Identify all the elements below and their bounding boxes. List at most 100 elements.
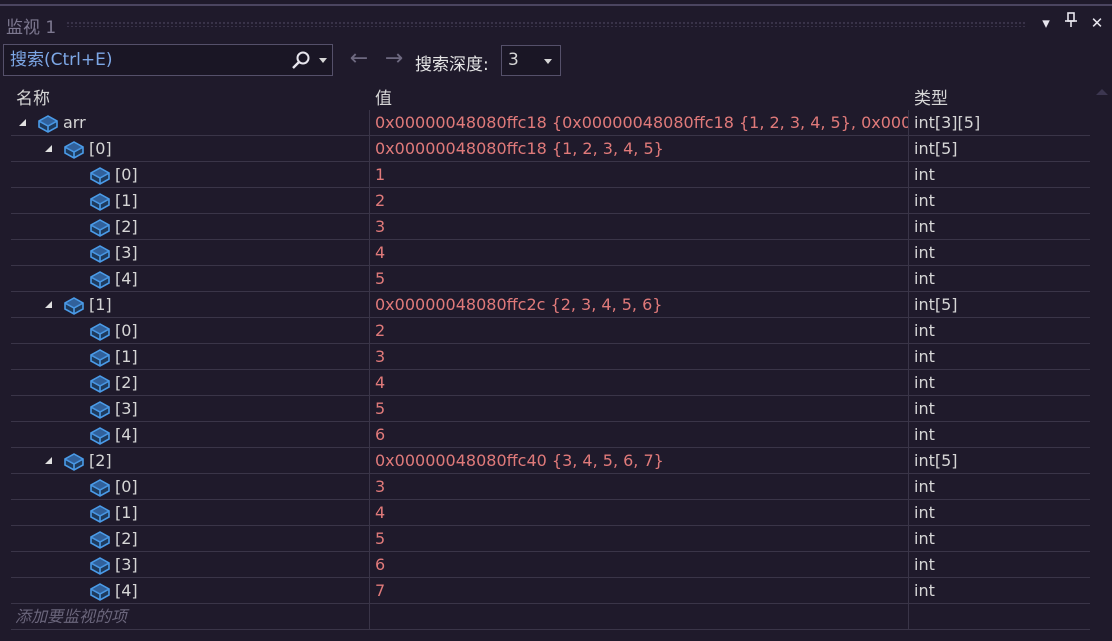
name-cell[interactable]: [2] — [11, 214, 370, 240]
search-input[interactable] — [10, 49, 280, 71]
object-icon — [89, 477, 111, 497]
watch-row[interactable]: [1] 0x00000048080ffc2c {2, 3, 4, 5, 6} int… — [11, 292, 1090, 318]
watch-row-type: int[5] — [914, 295, 958, 314]
name-cell[interactable]: [4] — [11, 578, 370, 604]
name-cell[interactable]: [0] — [11, 474, 370, 500]
expand-collapse-icon[interactable] — [45, 457, 52, 464]
watch-row-name: [4] — [115, 425, 138, 444]
expand-collapse-icon[interactable] — [45, 145, 52, 152]
watch-row[interactable]: [0] 3 int — [11, 474, 1090, 500]
watch-row-type: int — [914, 269, 935, 288]
watch-row-value[interactable]: 0x00000048080ffc40 {3, 4, 5, 6, 7} — [370, 448, 909, 474]
search-depth-select[interactable]: 3 — [501, 45, 561, 76]
watch-row-value[interactable]: 3 — [370, 214, 909, 240]
watch-row-value[interactable]: 2 — [370, 318, 909, 344]
title-drag-grip[interactable] — [66, 21, 1026, 27]
search-back-button[interactable]: ← — [346, 48, 372, 70]
watch-row-name: [3] — [115, 555, 138, 574]
watch-row[interactable]: [2] 3 int — [11, 214, 1090, 240]
watch-row-value[interactable]: 4 — [370, 240, 909, 266]
watch-row-type: int — [914, 425, 935, 444]
name-cell[interactable]: [1] — [11, 188, 370, 214]
watch-grid: arr 0x00000048080ffc18 {0x00000048080ffc1… — [11, 110, 1090, 630]
object-icon — [89, 321, 111, 341]
expand-collapse-icon[interactable] — [45, 301, 52, 308]
name-cell[interactable]: [1] — [11, 344, 370, 370]
name-cell[interactable]: [4] — [11, 266, 370, 292]
name-cell[interactable]: arr — [11, 110, 370, 136]
column-header-type[interactable]: 类型 — [914, 84, 948, 109]
watch-row[interactable]: [3] 6 int — [11, 552, 1090, 578]
watch-row[interactable]: [1] 4 int — [11, 500, 1090, 526]
watch-row-value[interactable]: 0x00000048080ffc18 {0x00000048080ffc18 {… — [370, 110, 909, 136]
column-header: 名称 值 类型 — [0, 80, 1112, 110]
watch-row-name: [1] — [115, 347, 138, 366]
name-cell[interactable]: [2] — [11, 526, 370, 552]
search-forward-button[interactable]: → — [381, 48, 407, 70]
watch-row-value[interactable]: 0x00000048080ffc2c {2, 3, 4, 5, 6} — [370, 292, 909, 318]
empty-value-cell — [370, 604, 909, 630]
watch-row-value[interactable]: 5 — [370, 526, 909, 552]
watch-row[interactable]: [0] 2 int — [11, 318, 1090, 344]
watch-row[interactable]: [4] 7 int — [11, 578, 1090, 604]
watch-row-name: [0] — [115, 321, 138, 340]
watch-row-value[interactable]: 1 — [370, 162, 909, 188]
object-icon — [89, 191, 111, 211]
name-cell[interactable]: [2] — [11, 448, 370, 474]
name-cell[interactable]: [3] — [11, 240, 370, 266]
column-header-name[interactable]: 名称 — [16, 84, 50, 109]
object-icon — [89, 399, 111, 419]
watch-row[interactable]: [1] 2 int — [11, 188, 1090, 214]
name-cell[interactable]: [0] — [11, 318, 370, 344]
watch-row-name: [3] — [115, 243, 138, 262]
watch-row[interactable]: [2] 4 int — [11, 370, 1090, 396]
watch-row-value[interactable]: 2 — [370, 188, 909, 214]
watch-row[interactable]: [0] 1 int — [11, 162, 1090, 188]
watch-row-value[interactable]: 3 — [370, 474, 909, 500]
watch-row-value[interactable]: 6 — [370, 552, 909, 578]
watch-row[interactable]: arr 0x00000048080ffc18 {0x00000048080ffc1… — [11, 110, 1090, 136]
watch-row-name: [4] — [115, 581, 138, 600]
name-cell[interactable]: [1] — [11, 292, 370, 318]
watch-row-value[interactable]: 0x00000048080ffc18 {1, 2, 3, 4, 5} — [370, 136, 909, 162]
add-watch-input[interactable]: 添加要监视的项 — [11, 604, 370, 630]
watch-row[interactable]: [3] 4 int — [11, 240, 1090, 266]
watch-row[interactable]: [3] 5 int — [11, 396, 1090, 422]
watch-row-type: int — [914, 191, 935, 210]
name-cell[interactable]: [4] — [11, 422, 370, 448]
window-menu-dropdown-icon[interactable]: ▾ — [1037, 12, 1055, 34]
name-cell[interactable]: [0] — [11, 136, 370, 162]
watch-row[interactable]: [4] 6 int — [11, 422, 1090, 448]
watch-row-name: [0] — [115, 165, 138, 184]
search-options-dropdown[interactable] — [314, 44, 333, 76]
watch-row[interactable]: [0] 0x00000048080ffc18 {1, 2, 3, 4, 5} int… — [11, 136, 1090, 162]
watch-row-value[interactable]: 4 — [370, 370, 909, 396]
watch-row-value[interactable]: 4 — [370, 500, 909, 526]
expand-collapse-icon[interactable] — [19, 119, 26, 126]
watch-row[interactable]: [1] 3 int — [11, 344, 1090, 370]
name-cell[interactable]: [3] — [11, 396, 370, 422]
object-icon — [63, 295, 85, 315]
watch-row-value[interactable]: 3 — [370, 344, 909, 370]
watch-row[interactable]: [4] 5 int — [11, 266, 1090, 292]
search-icon[interactable] — [291, 50, 311, 70]
watch-row-name: [4] — [115, 269, 138, 288]
name-cell[interactable]: [0] — [11, 162, 370, 188]
watch-row[interactable]: [2] 0x00000048080ffc40 {3, 4, 5, 6, 7} int… — [11, 448, 1090, 474]
watch-row-value[interactable]: 7 — [370, 578, 909, 604]
name-cell[interactable]: [3] — [11, 552, 370, 578]
pin-icon[interactable] — [1062, 12, 1080, 34]
watch-row-value[interactable]: 5 — [370, 396, 909, 422]
watch-row-value[interactable]: 6 — [370, 422, 909, 448]
name-cell[interactable]: [2] — [11, 370, 370, 396]
watch-row-type: int — [914, 217, 935, 236]
watch-row-name: arr — [63, 113, 86, 132]
column-header-value[interactable]: 值 — [375, 84, 392, 109]
close-icon[interactable]: ✕ — [1088, 12, 1106, 34]
name-cell[interactable]: [1] — [11, 500, 370, 526]
watch-row[interactable]: [2] 5 int — [11, 526, 1090, 552]
watch-row-type: int[3][5] — [914, 113, 981, 132]
chevron-down-icon — [544, 59, 552, 64]
add-watch-row[interactable]: 添加要监视的项 — [11, 604, 1090, 630]
watch-row-value[interactable]: 5 — [370, 266, 909, 292]
